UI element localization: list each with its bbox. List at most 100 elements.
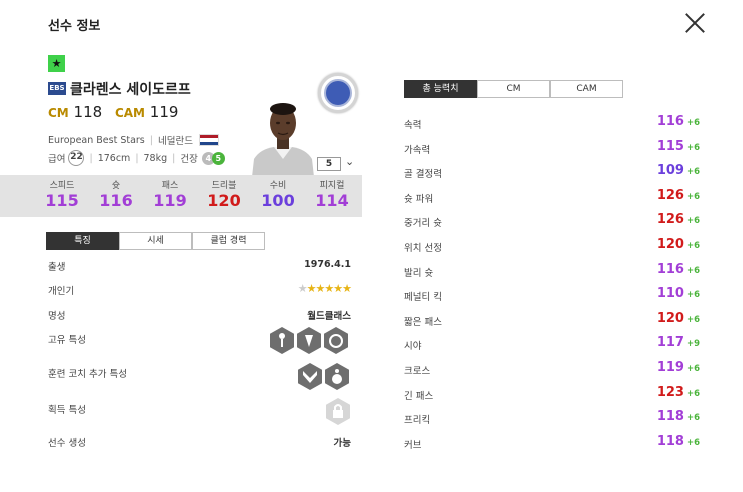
weight: 78kg — [143, 152, 168, 164]
netherlands-flag-icon — [198, 134, 219, 146]
attribute-value: 118 +6 — [657, 434, 700, 449]
attribute-label: 시야 — [404, 341, 422, 353]
player-photo — [252, 103, 314, 177]
attribute-number: 126 — [656, 212, 684, 228]
tab-features[interactable]: 특징 — [46, 232, 119, 250]
chevron-down-icon[interactable]: ⌄ — [345, 155, 354, 168]
star-icon: ★ — [306, 282, 317, 295]
attribute-value: 119 +6 — [657, 360, 700, 375]
attribute-label: 가속력 — [404, 144, 431, 156]
summary-stat: 드리블 120 — [207, 181, 241, 210]
coach-trait-icon[interactable] — [325, 363, 349, 390]
attribute-number: 109 — [656, 163, 684, 179]
tab-club-career[interactable]: 클럽 경력 — [192, 232, 265, 250]
attribute-value: 120 +6 — [657, 237, 700, 252]
star-icon: ★ — [333, 282, 343, 295]
attribute-number: 116 — [656, 114, 684, 129]
attribute-value: 123 +6 — [657, 385, 700, 400]
pay-value: 22 — [68, 150, 85, 166]
attribute-value: 115 +6 — [657, 139, 700, 154]
attribute-number: 119 — [656, 360, 684, 375]
page-title: 선수 정보 — [48, 19, 101, 34]
position-ovr: 119 — [149, 103, 179, 121]
attribute-label: 크로스 — [404, 366, 431, 377]
summary-stat: 스피드 115 — [45, 181, 79, 210]
attribute-number: 118 — [656, 433, 684, 449]
position-label: CAM — [114, 106, 145, 120]
attribute-value: 109 +6 — [657, 163, 700, 178]
attribute-number: 118 — [656, 409, 684, 425]
tab-cam[interactable]: CAM — [550, 80, 623, 98]
enhance-level[interactable]: 5 — [317, 157, 341, 171]
summary-stat: 패스 119 — [153, 181, 187, 210]
attribute-number: 126 — [656, 187, 684, 203]
attribute-label: 커브 — [404, 439, 422, 451]
attribute-bonus: +9 — [686, 339, 700, 350]
detail-tabs: 특징 시세 클럽 경력 — [46, 232, 265, 250]
attribute-number: 123 — [656, 384, 684, 400]
attribute-bonus: +6 — [686, 290, 700, 301]
attribute-bonus: +6 — [686, 142, 700, 153]
player-name: 클라렌스 세이도르프 — [70, 82, 191, 98]
star-icon: ★ — [342, 282, 352, 295]
summary-stats-band: 스피드 115 슛 116 패스 119 드리블 120 수비 100 피지컬 … — [0, 175, 362, 217]
position-ratings: CM 118 CAM 119 — [48, 103, 186, 121]
tab-market-price[interactable]: 시세 — [119, 232, 192, 250]
strong-foot-badge: 5 — [211, 151, 225, 165]
close-icon[interactable] — [684, 12, 706, 34]
attribute-label: 속력 — [404, 120, 422, 131]
attribute-value: 116 +6 — [657, 114, 700, 129]
star-icon: ★ — [324, 282, 334, 295]
trait-hex-icon[interactable] — [297, 327, 321, 354]
team-name: European Best Stars — [48, 134, 145, 146]
trait-hex-icon[interactable] — [324, 327, 348, 354]
attribute-label: 중거리 슛 — [404, 218, 442, 230]
attribute-tabs: 총 능력치 CM CAM — [404, 80, 623, 98]
attribute-bonus: +6 — [686, 413, 700, 424]
divider: | — [149, 134, 153, 146]
attribute-number: 117 — [656, 335, 684, 351]
summary-stat: 슛 116 — [99, 181, 133, 210]
divider: | — [89, 152, 93, 164]
attribute-label: 슛 파워 — [404, 193, 434, 205]
attribute-bonus: +6 — [686, 364, 700, 374]
summary-stat: 수비 100 — [261, 181, 295, 210]
attribute-bonus: +6 — [686, 265, 700, 276]
attribute-bonus: +6 — [686, 388, 700, 399]
attribute-value: 110 +6 — [657, 286, 700, 301]
attribute-value: 120 +6 — [657, 311, 700, 326]
trait-hex-icon[interactable] — [270, 327, 294, 354]
divider: | — [135, 152, 139, 164]
attribute-bonus: +6 — [686, 437, 700, 448]
attribute-value: 126 +6 — [657, 188, 700, 203]
summary-stat: 피지컬 114 — [315, 181, 349, 210]
player-info-line: 급여 22 | 176cm | 78kg | 건장 4 5 — [48, 150, 225, 166]
attribute-bonus: +6 — [686, 167, 700, 178]
attribute-value: 116 +6 — [657, 262, 700, 277]
attribute-bonus: +6 — [686, 216, 700, 227]
attribute-number: 115 — [656, 138, 684, 154]
attribute-label: 페널티 킥 — [404, 292, 442, 304]
coach-trait-icon[interactable] — [298, 363, 322, 390]
pay-label: 급여 — [48, 154, 66, 165]
season-badge: EBS — [48, 82, 66, 95]
tab-total-stats[interactable]: 총 능력치 — [404, 80, 477, 98]
position-label: CM — [48, 106, 69, 120]
lock-icon — [326, 398, 350, 425]
attribute-label: 발리 슛 — [404, 267, 434, 279]
attribute-label: 긴 패스 — [404, 390, 434, 402]
position-ovr: 118 — [73, 103, 103, 121]
star-icon: ★ — [48, 55, 65, 72]
star-icon: ★ — [297, 282, 308, 295]
attribute-value: 118 +6 — [657, 409, 700, 424]
attribute-value: 117 +9 — [657, 335, 700, 350]
height: 176cm — [97, 152, 131, 164]
attribute-label: 짧은 패스 — [404, 316, 442, 328]
attribute-value: 126 +6 — [657, 212, 700, 227]
build: 건장 — [180, 154, 198, 165]
attribute-bonus: +6 — [686, 314, 700, 325]
tab-cm[interactable]: CM — [477, 80, 550, 98]
attribute-bonus: +6 — [686, 118, 700, 128]
attribute-number: 116 — [656, 261, 684, 277]
attribute-label: 프리킥 — [404, 415, 431, 427]
